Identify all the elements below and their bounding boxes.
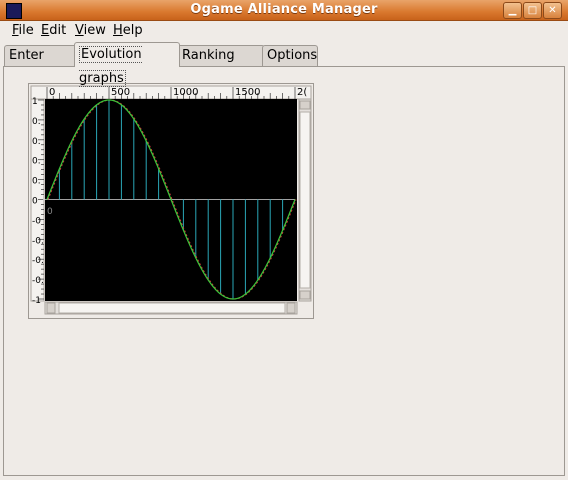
y-ruler-label: 0: [32, 197, 38, 207]
menu-file[interactable]: File: [12, 23, 34, 38]
y-ruler-label: 0.: [32, 137, 41, 147]
scroll-down-arrow-icon[interactable]: [299, 290, 311, 300]
window-title: Ogame Alliance Manager: [190, 2, 378, 17]
scroll-right-arrow-icon[interactable]: [286, 302, 296, 314]
y-ruler-label: 1: [32, 97, 38, 107]
y-ruler-label: 0.: [32, 157, 41, 167]
y-ruler-label: -1: [32, 296, 41, 306]
vertical-scroll-thumb[interactable]: [299, 111, 311, 289]
scroll-left-arrow-icon[interactable]: [46, 302, 56, 314]
close-button[interactable]: ✕: [543, 2, 562, 19]
y-ruler-label: -0.: [32, 236, 44, 246]
scroll-up-arrow-icon[interactable]: [299, 100, 311, 110]
menu-view[interactable]: View: [75, 23, 106, 38]
x-ruler-label: 1000: [173, 87, 198, 98]
menu-help[interactable]: Help: [113, 23, 143, 38]
menu-bar: File Edit View Help: [0, 21, 568, 41]
x-ruler-label: 0: [49, 87, 55, 98]
y-ruler-label: 0.: [32, 117, 41, 127]
y-ruler-label: 0.: [32, 177, 41, 187]
tab-evolution-graphs[interactable]: Evolution graphs: [74, 42, 180, 87]
horizontal-scroll-thumb[interactable]: [58, 302, 286, 314]
maximize-button[interactable]: □: [523, 2, 542, 19]
x-ruler-label: 2(: [297, 87, 307, 98]
menu-edit[interactable]: Edit: [41, 23, 66, 38]
y-axis-label: 0: [47, 207, 53, 217]
x-ruler-label: 1500: [235, 87, 260, 98]
y-ruler-label: -0: [32, 216, 41, 226]
y-ruler-label: -0.: [32, 276, 44, 286]
evolution-graph: 0 500 1000 1500 2( 10.0.0.0.0-0-0.-0.-0.-1 0: [30, 85, 312, 315]
minimize-button[interactable]: ▁: [503, 2, 522, 19]
tab-enter-data[interactable]: Enter data: [4, 45, 81, 83]
y-ruler-label: -0.: [32, 256, 44, 266]
graph-widget: 0 500 1000 1500 2( 1 0. 0. 0. 0. 0 -0 -0. -0. -0. -1 0: [28, 83, 314, 319]
tab-options[interactable]: Options: [262, 45, 318, 66]
title-bar: Ogame Alliance Manager ▁ □ ✕: [0, 0, 568, 21]
tab-ranking-rules[interactable]: Ranking rules: [177, 45, 265, 83]
tab-label: Options: [267, 48, 318, 63]
